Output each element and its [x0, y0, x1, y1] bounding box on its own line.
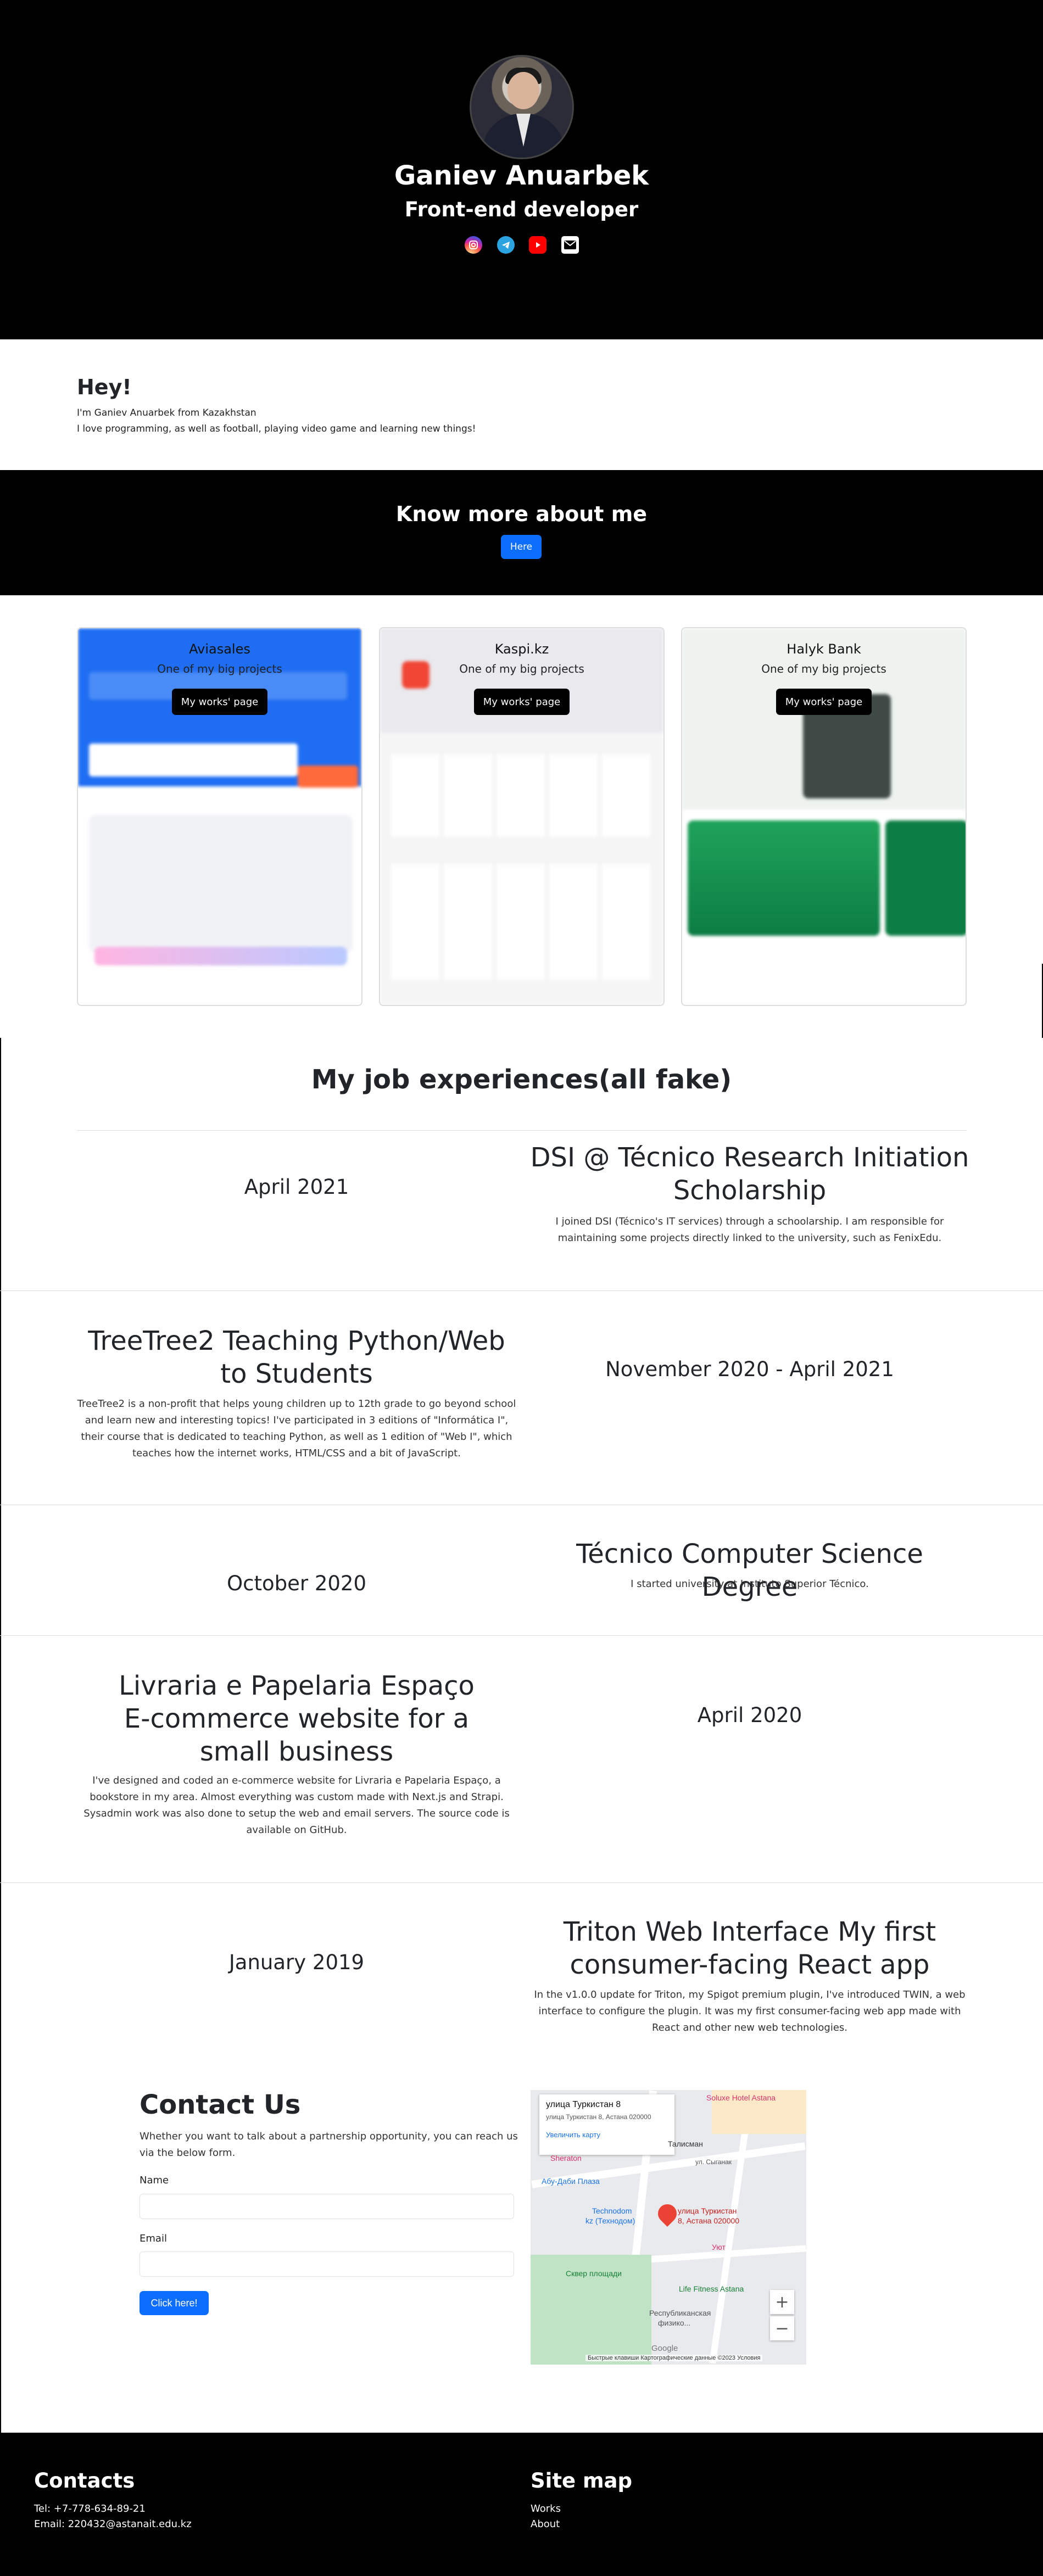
works-page-button[interactable]: My works' page — [474, 689, 570, 715]
map-label: Республиканская — [649, 2309, 711, 2317]
jobs-title: My job experiences(all fake) — [311, 1064, 732, 1095]
map-label: ул. Сыганак — [695, 2158, 732, 2166]
aviasales-screenshot — [78, 628, 361, 1005]
job-date: April 2021 — [244, 1175, 349, 1199]
map-label: Sheraton — [550, 2154, 582, 2163]
contact-text: Whether you want to talk about a partner… — [140, 2131, 518, 2159]
divider — [0, 1635, 1043, 1636]
footer: Contacts Tel: +7-778-634-89-21 Email: 22… — [0, 2433, 1043, 2576]
job-description: I started university at Instituto Superi… — [631, 1578, 869, 1590]
map-popup-address: улица Туркистан 8, Астана 020000 — [546, 2113, 651, 2121]
map-label: Soluxe Hotel Astana — [706, 2093, 776, 2102]
instagram-icon[interactable] — [465, 236, 482, 254]
job-description: I joined DSI (Técnico's IT services) thr… — [555, 1216, 944, 1244]
youtube-icon[interactable] — [529, 236, 547, 254]
map-label: улица Туркистан — [678, 2206, 737, 2215]
avatar — [470, 55, 574, 159]
work-card-title: Kaspi.kz — [494, 641, 549, 657]
map-label: Талисман — [668, 2139, 703, 2148]
footer-email: Email: 220432@astanait.edu.kz — [34, 2518, 192, 2530]
intro-line-2: I love programming, as well as football,… — [77, 423, 476, 434]
mail-icon[interactable] — [561, 236, 579, 254]
work-card-subtitle: One of my big projects — [459, 662, 584, 675]
map-label: kz (Технодом) — [585, 2216, 635, 2225]
google-logo: Google — [651, 2344, 678, 2353]
intro-title: Hey! — [77, 375, 132, 399]
hero-role: Front-end developer — [404, 198, 639, 221]
job-description: In the v1.0.0 update for Triton, my Spig… — [534, 1989, 966, 2033]
hero-name: Ganiev Anuarbek — [394, 160, 649, 191]
hero-section: Ganiev Anuarbek Front-end developer — [0, 0, 1043, 339]
map-label: Уют — [712, 2243, 726, 2251]
zoom-out-button[interactable]: − — [770, 2316, 794, 2340]
map-label: Technodom — [592, 2206, 632, 2215]
intro-line-1: I'm Ganiev Anuarbek from Kazakhstan — [77, 407, 256, 418]
map-enlarge-link[interactable]: Увеличить карту — [546, 2131, 668, 2139]
footer-contacts-title: Contacts — [34, 2469, 135, 2493]
know-more-button[interactable]: Here — [501, 535, 542, 559]
map-attribution[interactable]: Быстрые клавиши Картографические данные … — [585, 2355, 763, 2361]
map-popup-title: улица Туркистан 8 — [546, 2100, 621, 2109]
know-more-title: Know more about me — [395, 502, 648, 526]
job-title: TreeTree2 Teaching Python/Web to Student… — [88, 1326, 505, 1389]
job-date: November 2020 - April 2021 — [605, 1357, 894, 1381]
map-label: 8, Астана 020000 — [678, 2216, 740, 2225]
map-label: Сквер площади — [566, 2269, 622, 2278]
work-card-subtitle: One of my big projects — [761, 662, 886, 675]
work-card-aviasales: Aviasales One of my big projects My work… — [77, 627, 362, 1006]
work-card-kaspi: Kaspi.kz One of my big projects My works… — [379, 627, 665, 1006]
footer-phone: Tel: +7-778-634-89-21 — [34, 2503, 146, 2514]
divider — [0, 1882, 1043, 1883]
footer-link-works[interactable]: Works — [531, 2503, 561, 2514]
work-card-subtitle: One of my big projects — [157, 662, 282, 675]
job-title: Técnico Computer Science Degree — [576, 1539, 923, 1602]
work-card-title: Halyk Bank — [787, 641, 861, 657]
divider — [0, 1290, 1043, 1291]
halyk-screenshot — [682, 628, 966, 1005]
job-title: Triton Web Interface My first consumer-f… — [563, 1916, 936, 1980]
job-description: TreeTree2 is a non-profit that helps you… — [77, 1398, 516, 1459]
location-map[interactable]: улица Туркистан 8 улица Туркистан 8, Аст… — [531, 2090, 806, 2365]
map-label: Абу-Даби Плаза — [542, 2177, 600, 2186]
telegram-icon[interactable] — [497, 236, 515, 254]
know-more-section: Know more about me Here — [0, 470, 1043, 595]
works-page-button[interactable]: My works' page — [776, 689, 872, 715]
footer-sitemap-title: Site map — [531, 2469, 632, 2493]
email-label: Email — [140, 2233, 167, 2244]
contact-submit-button[interactable]: Click here! — [140, 2291, 209, 2315]
work-card-halyk: Halyk Bank One of my big projects My wor… — [681, 627, 967, 1006]
social-links — [465, 236, 579, 256]
contact-title: Contact Us — [140, 2089, 301, 2120]
footer-link-about[interactable]: About — [531, 2518, 560, 2530]
name-label: Name — [140, 2175, 169, 2186]
work-card-title: Aviasales — [189, 641, 250, 657]
map-label: Life Fitness Astana — [679, 2284, 744, 2293]
job-title: Livraria e Papelaria Espaço E-commerce w… — [119, 1670, 475, 1767]
job-date: October 2020 — [227, 1572, 366, 1595]
map-info-popup: улица Туркистан 8 улица Туркистан 8, Аст… — [539, 2094, 674, 2155]
works-page-button[interactable]: My works' page — [172, 689, 267, 715]
kaspi-screenshot — [380, 628, 663, 1005]
job-description: I've designed and coded an e-commerce we… — [83, 1775, 510, 1836]
job-date: January 2019 — [228, 1951, 365, 1974]
job-title: DSI @ Técnico Research Initiation Schola… — [530, 1142, 969, 1206]
email-field[interactable] — [140, 2251, 514, 2277]
zoom-in-button[interactable]: + — [770, 2290, 794, 2314]
name-field[interactable] — [140, 2194, 514, 2219]
map-label: физико... — [658, 2318, 691, 2327]
job-date: April 2020 — [697, 1703, 802, 1727]
divider — [77, 1130, 967, 1131]
location-pin-icon — [654, 2200, 681, 2227]
